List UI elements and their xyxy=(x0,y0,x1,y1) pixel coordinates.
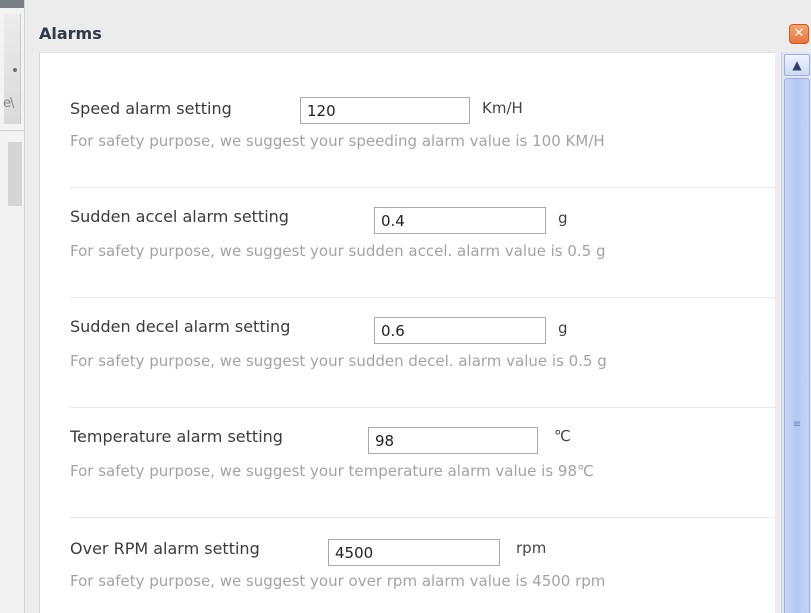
temperature-alarm-label: Temperature alarm setting xyxy=(70,427,283,446)
temperature-alarm-input[interactable] xyxy=(368,427,538,454)
chevron-up-icon: ▲ xyxy=(792,58,802,72)
background-fragment-text: e\ xyxy=(3,96,14,111)
background-toolbar xyxy=(0,0,24,8)
sudden-decel-alarm-unit: g xyxy=(558,319,568,337)
background-block xyxy=(8,142,22,206)
screen: e\ Alarms ✕ Speed alarm setting Km/H For… xyxy=(0,0,811,613)
sudden-decel-alarm-label: Sudden decel alarm setting xyxy=(70,317,291,336)
over-rpm-alarm-hint: For safety purpose, we suggest your over… xyxy=(70,572,606,590)
close-icon: ✕ xyxy=(793,26,805,41)
alarm-row-speed: Speed alarm setting Km/H For safety purp… xyxy=(70,91,775,188)
temperature-alarm-unit: ℃ xyxy=(554,427,571,445)
over-rpm-alarm-label: Over RPM alarm setting xyxy=(70,539,260,558)
background-dot xyxy=(13,68,17,72)
sudden-accel-alarm-hint: For safety purpose, we suggest your sudd… xyxy=(70,242,606,260)
alarms-form: Speed alarm setting Km/H For safety purp… xyxy=(39,52,775,613)
speed-alarm-input[interactable] xyxy=(300,97,470,124)
over-rpm-alarm-unit: rpm xyxy=(516,539,547,557)
dialog-title: Alarms xyxy=(39,24,102,43)
sudden-accel-alarm-unit: g xyxy=(558,209,568,227)
close-button[interactable]: ✕ xyxy=(789,24,809,44)
sudden-accel-alarm-input[interactable] xyxy=(374,207,546,234)
sudden-decel-alarm-hint: For safety purpose, we suggest your sudd… xyxy=(70,352,607,370)
scroll-up-button[interactable]: ▲ xyxy=(784,54,810,76)
alarm-row-temperature: Temperature alarm setting ℃ For safety p… xyxy=(70,421,775,518)
vertical-scrollbar[interactable]: ▲ ≡ xyxy=(781,52,811,613)
sudden-accel-alarm-label: Sudden accel alarm setting xyxy=(70,207,289,226)
speed-alarm-unit: Km/H xyxy=(482,99,523,117)
over-rpm-alarm-input[interactable] xyxy=(328,539,500,566)
dialog-titlebar[interactable]: Alarms ✕ xyxy=(25,12,811,52)
speed-alarm-hint: For safety purpose, we suggest your spee… xyxy=(70,132,605,150)
alarm-row-sudden-accel: Sudden accel alarm setting g For safety … xyxy=(70,201,775,298)
alarm-row-sudden-decel: Sudden decel alarm setting g For safety … xyxy=(70,311,775,408)
background-page-fragment: e\ xyxy=(0,0,24,613)
sudden-decel-alarm-input[interactable] xyxy=(374,317,546,344)
scroll-thumb[interactable]: ≡ xyxy=(784,78,810,613)
alarms-dialog: Alarms ✕ Speed alarm setting Km/H For sa… xyxy=(24,0,811,613)
background-divider xyxy=(0,130,24,131)
grip-icon: ≡ xyxy=(792,419,802,430)
temperature-alarm-hint: For safety purpose, we suggest your temp… xyxy=(70,462,594,480)
speed-alarm-label: Speed alarm setting xyxy=(70,99,232,118)
alarm-row-over-rpm: Over RPM alarm setting rpm For safety pu… xyxy=(70,531,775,613)
